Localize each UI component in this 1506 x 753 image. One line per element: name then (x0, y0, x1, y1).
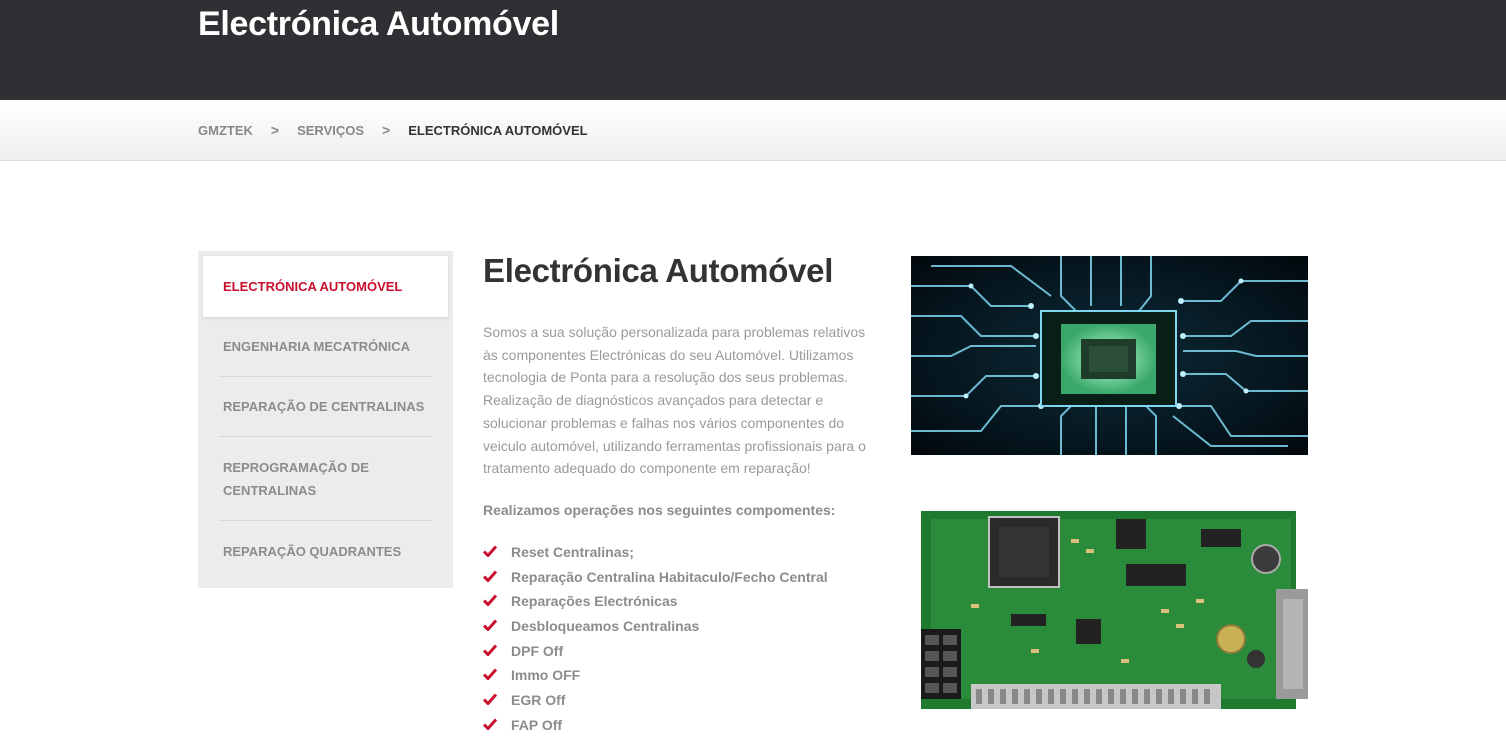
operation-label: Desbloqueamos Centralinas (511, 617, 700, 634)
checkmark-icon (483, 693, 497, 706)
list-item: EGR Off (483, 688, 878, 713)
ecu-board-image (911, 509, 1308, 709)
ecu-board-illustration (911, 509, 1308, 709)
sidebar-item-reparacao-quadrantes[interactable]: REPARAÇÃO QUADRANTES (219, 521, 432, 582)
list-item: Reparações Electrónicas (483, 589, 878, 614)
operation-label: Reparações Electrónicas (511, 593, 678, 610)
checkmark-icon (483, 644, 497, 656)
operations-list: Reset Centralinas; Reparação Centralina … (483, 540, 878, 738)
content-heading: Electrónica Automóvel (483, 252, 834, 289)
operation-label: DPF Off (511, 642, 564, 659)
operation-label: Immo OFF (511, 667, 581, 684)
checkmark-icon (483, 718, 497, 730)
breadcrumb-home[interactable]: GMZTEK (198, 123, 253, 138)
sidebar-item-engenharia-mecatronica[interactable]: ENGENHARIA MECATRÓNICA (219, 317, 432, 377)
list-item: Desbloqueamos Centralinas (483, 614, 878, 639)
circuit-board-illustration (911, 256, 1308, 455)
breadcrumb: GMZTEK > SERVIÇOS > ELECTRÓNICA AUTOMÓVE… (198, 100, 588, 160)
breadcrumb-current: ELECTRÓNICA AUTOMÓVEL (408, 122, 588, 138)
list-item: Reset Centralinas; (483, 540, 878, 565)
circuit-board-image (911, 256, 1308, 455)
operation-label: Reset Centralinas; (511, 543, 634, 560)
checkmark-icon (483, 545, 497, 557)
sidebar-item-reprogramacao-centralinas[interactable]: REPROGRAMAÇÃO DE CENTRALINAS (219, 437, 432, 521)
sidebar-item-reparacao-centralinas[interactable]: REPARAÇÃO DE CENTRALINAS (219, 377, 432, 437)
breadcrumb-separator: > (382, 122, 391, 138)
operations-title: Realizamos operações nos seguintes compo… (483, 501, 836, 518)
checkmark-icon (483, 619, 497, 631)
list-item: FAP Off (483, 713, 878, 738)
operation-label: Reparação Centralina Habitaculo/Fecho Ce… (511, 568, 828, 585)
breadcrumb-separator: > (270, 122, 280, 138)
list-item: Immo OFF (483, 663, 878, 688)
operation-label: FAP Off (511, 716, 563, 733)
page-title: Electrónica Automóvel (198, 5, 559, 43)
page-header: Electrónica Automóvel (0, 0, 1506, 100)
checkmark-icon (483, 570, 497, 582)
checkmark-icon (483, 594, 497, 607)
service-description: Somos a sua solução personalizada para p… (483, 324, 866, 477)
breadcrumb-services[interactable]: SERVIÇOS (297, 123, 364, 138)
breadcrumb-bar: GMZTEK > SERVIÇOS > ELECTRÓNICA AUTOMÓVE… (0, 100, 1506, 161)
sidebar-item-electronica-automovel[interactable]: ELECTRÓNICA AUTOMÓVEL (203, 256, 448, 317)
list-item: DPF Off (483, 639, 878, 664)
list-item: Reparação Centralina Habitaculo/Fecho Ce… (483, 565, 878, 590)
checkmark-icon (483, 668, 497, 681)
services-sidebar: ELECTRÓNICA AUTOMÓVEL ENGENHARIA MECATRÓ… (198, 251, 453, 588)
operation-label: EGR Off (511, 692, 566, 709)
main-content: Electrónica Automóvel Somos a sua soluçã… (483, 251, 878, 737)
